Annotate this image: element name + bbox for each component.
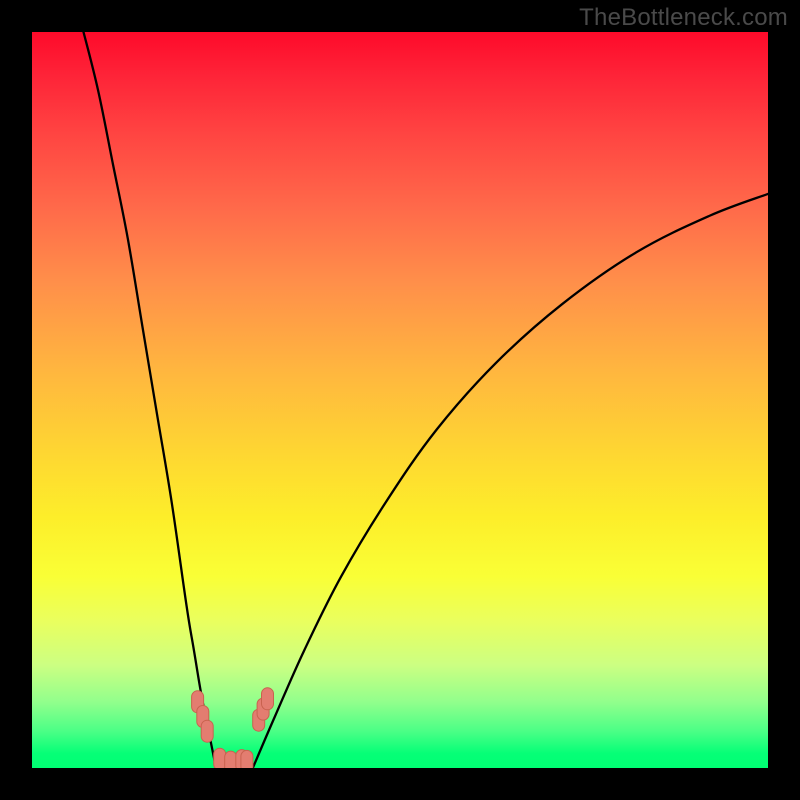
plot-bottom-border [32,768,768,770]
chart-svg [32,32,768,768]
data-marker [214,748,226,768]
plot-area [32,32,768,768]
data-marker [201,720,213,742]
curve-right-branch [253,194,768,768]
curve-left-branch [84,32,217,768]
watermark-text: TheBottleneck.com [579,4,788,32]
data-marker [241,750,253,768]
data-marker [262,688,274,710]
data-marker [225,751,237,768]
markers-group [192,688,274,768]
figure-frame: TheBottleneck.com [0,0,800,800]
